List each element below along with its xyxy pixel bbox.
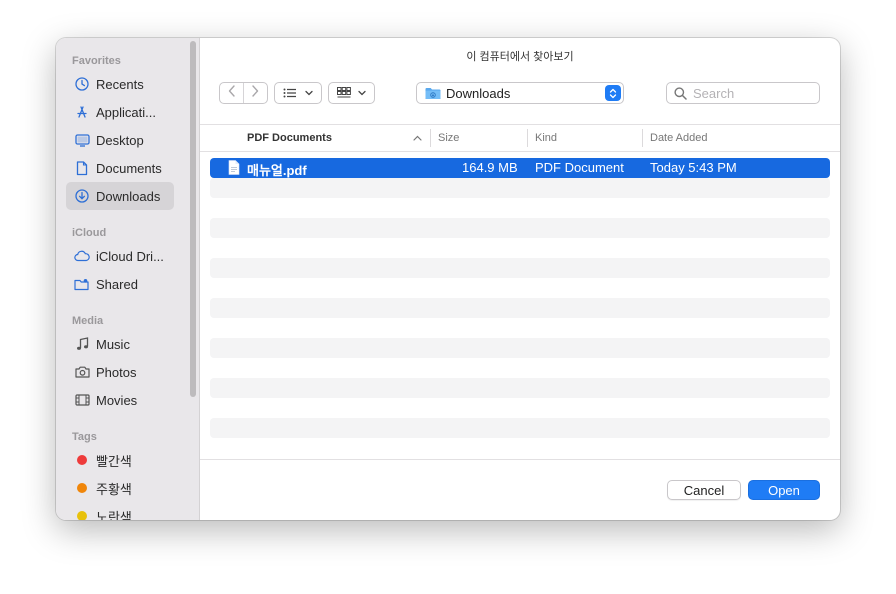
sidebar-tag-yellow[interactable]: 노란색 (66, 502, 174, 520)
back-button[interactable] (221, 83, 243, 103)
sidebar-item-icloud-drive[interactable]: iCloud Dri... (66, 242, 174, 270)
chevron-down-icon (358, 90, 366, 96)
tag-dot-icon (77, 511, 87, 520)
sidebar-item-label: Recents (96, 76, 144, 92)
sidebar-section-favorites: Favorites (72, 55, 121, 67)
sidebar-item-label: Photos (96, 364, 137, 380)
chevron-right-icon (251, 84, 259, 102)
file-date-added: Today 5:43 PM (650, 160, 737, 175)
list-view-icon (283, 88, 297, 98)
sidebar-item-label: Shared (96, 276, 138, 292)
forward-button[interactable] (243, 83, 266, 103)
chevron-down-icon (305, 90, 313, 96)
film-icon (73, 391, 91, 409)
main-pane: 이 컴퓨터에서 찾아보기 Downloads Search PDF Docume… (200, 38, 840, 520)
sidebar-item-documents[interactable]: Documents (66, 154, 174, 182)
search-field[interactable] (666, 82, 820, 104)
empty-row (210, 338, 830, 358)
pdf-file-icon (228, 160, 240, 180)
column-kind-header[interactable]: Kind (535, 132, 557, 144)
view-mode-list-button[interactable] (274, 82, 322, 104)
column-divider[interactable] (430, 129, 431, 147)
applications-icon (73, 103, 91, 121)
empty-row (210, 218, 830, 238)
sidebar-item-applications[interactable]: Applicati... (66, 98, 174, 126)
sidebar-tag-orange[interactable]: 주황색 (66, 474, 174, 502)
sidebar-section-tags: Tags (72, 431, 97, 443)
grid-icon (337, 87, 351, 99)
sidebar-item-label: 노란색 (96, 509, 132, 521)
sidebar: Favorites Recents Applicati... Desktop D… (56, 38, 200, 520)
sidebar-item-label: 주황색 (96, 481, 132, 497)
sidebar-item-shared[interactable]: Shared (66, 270, 174, 298)
folder-icon (425, 87, 441, 100)
document-icon (73, 159, 91, 177)
sidebar-item-movies[interactable]: Movies (66, 386, 174, 414)
desktop-icon (73, 131, 91, 149)
sidebar-item-label: Applicati... (96, 104, 156, 120)
cloud-icon (73, 247, 91, 265)
shared-folder-icon (73, 275, 91, 293)
clock-icon (73, 75, 91, 93)
group-by-button[interactable] (328, 82, 375, 104)
sidebar-section-media: Media (72, 315, 104, 327)
sidebar-scrollbar[interactable] (190, 41, 196, 397)
sidebar-tag-red[interactable]: 빨간색 (66, 446, 174, 474)
download-icon (73, 187, 91, 205)
sidebar-item-music[interactable]: Music (66, 330, 174, 358)
window-title: 이 컴퓨터에서 찾아보기 (466, 51, 574, 63)
tag-dot-icon (77, 455, 87, 465)
sidebar-section-icloud: iCloud (72, 227, 107, 239)
empty-row (210, 258, 830, 278)
sidebar-item-downloads[interactable]: Downloads (66, 182, 174, 210)
column-divider[interactable] (642, 129, 643, 147)
camera-icon (73, 363, 91, 381)
updown-chevron-icon (605, 85, 621, 101)
sidebar-item-label: Documents (96, 160, 162, 176)
footer-divider (200, 459, 840, 460)
sidebar-item-recents[interactable]: Recents (66, 70, 174, 98)
sidebar-item-label: Downloads (96, 188, 161, 204)
column-divider[interactable] (527, 129, 528, 147)
sidebar-item-label: Desktop (96, 132, 144, 148)
tag-dot-icon (77, 483, 87, 493)
sort-chevron-up-icon (413, 135, 422, 141)
column-date-header[interactable]: Date Added (650, 132, 708, 144)
file-open-dialog: Favorites Recents Applicati... Desktop D… (56, 38, 840, 520)
column-header: PDF Documents Size Kind Date Added (200, 124, 840, 152)
search-icon (674, 86, 687, 100)
open-button[interactable]: Open (748, 480, 820, 500)
file-name: 매뉴얼.pdf (247, 163, 307, 178)
file-size: 164.9 MB (462, 160, 518, 175)
navigation-buttons (219, 82, 268, 104)
sidebar-item-label: Music (96, 336, 130, 352)
column-name-header[interactable]: PDF Documents (247, 132, 332, 144)
empty-row (210, 418, 830, 438)
file-kind: PDF Document (535, 160, 624, 175)
location-label: Downloads (446, 85, 511, 101)
empty-row (210, 178, 830, 198)
search-input[interactable] (691, 84, 805, 102)
sidebar-item-label: iCloud Dri... (96, 248, 164, 264)
column-size-header[interactable]: Size (438, 132, 459, 144)
sidebar-item-desktop[interactable]: Desktop (66, 126, 174, 154)
sidebar-item-label: Movies (96, 392, 138, 408)
music-note-icon (73, 335, 91, 353)
empty-row (210, 378, 830, 398)
file-row[interactable]: 매뉴얼.pdf 164.9 MB PDF Document Today 5:43… (210, 158, 830, 178)
chevron-left-icon (228, 84, 236, 102)
sidebar-item-label: 빨간색 (96, 453, 132, 469)
empty-row (210, 298, 830, 318)
location-popup[interactable]: Downloads (416, 82, 624, 104)
sidebar-item-photos[interactable]: Photos (66, 358, 174, 386)
cancel-button[interactable]: Cancel (667, 480, 741, 500)
